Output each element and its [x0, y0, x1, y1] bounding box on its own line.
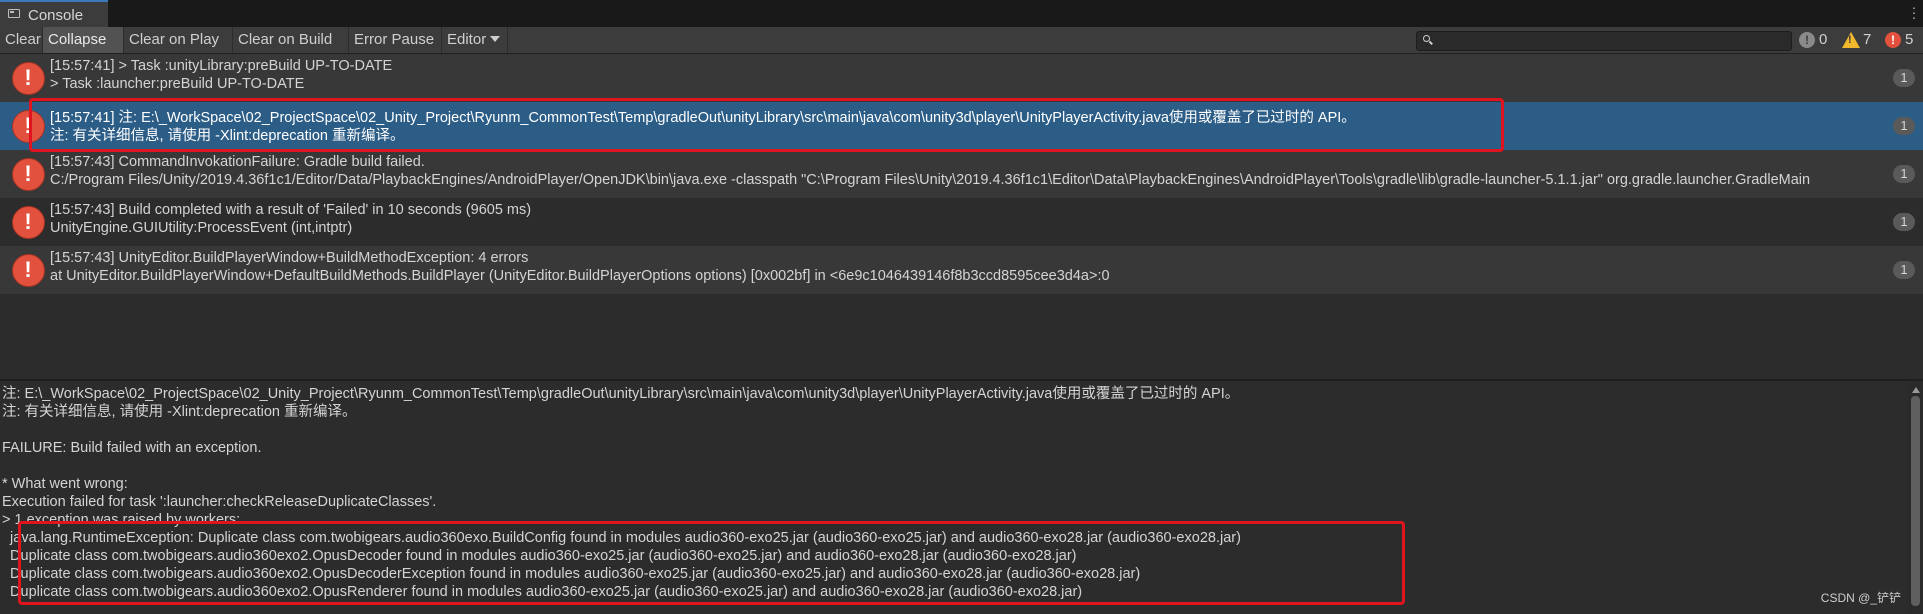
- log-entry-list: ! [15:57:41] > Task :unityLibrary:preBui…: [0, 54, 1923, 379]
- warning-icon: [1842, 32, 1860, 48]
- error-icon: !: [12, 158, 45, 191]
- log-entry[interactable]: ! [15:57:41] > Task :unityLibrary:preBui…: [0, 54, 1923, 102]
- collapse-toggle[interactable]: Collapse: [43, 27, 124, 53]
- log-entry-line1: [15:57:43] CommandInvokationFailure: Gra…: [50, 154, 425, 170]
- info-count: 0: [1819, 31, 1828, 48]
- detail-line: 注: E:\_WorkSpace\02_ProjectSpace\02_Unit…: [2, 386, 1240, 402]
- log-entry-count-badge: 1: [1893, 69, 1915, 87]
- detail-line: Duplicate class com.twobigears.audio360e…: [2, 566, 1141, 582]
- tab-bar: Console · · ·: [0, 0, 1923, 27]
- log-entry-line1: [15:57:43] Build completed with a result…: [50, 202, 532, 218]
- clear-on-play-toggle[interactable]: Clear on Play: [124, 27, 233, 53]
- log-entry-line1: [15:57:43] UnityEditor.BuildPlayerWindow…: [50, 250, 529, 266]
- error-icon: !: [12, 110, 45, 143]
- chevron-down-icon: [490, 36, 501, 42]
- console-icon: [8, 9, 20, 18]
- warning-count-toggle[interactable]: 7: [1840, 27, 1880, 53]
- scroll-thumb[interactable]: [1911, 396, 1920, 606]
- clear-button[interactable]: Clear: [0, 27, 43, 53]
- detail-line: Execution failed for task ':launcher:che…: [2, 494, 437, 510]
- log-entry-line2: UnityEngine.GUIUtility:ProcessEvent (int…: [50, 220, 353, 236]
- detail-line: > 1 exception was raised by workers:: [2, 512, 241, 528]
- scroll-up-arrow-icon[interactable]: [1912, 387, 1920, 393]
- detail-line: * What went wrong:: [2, 476, 128, 492]
- detail-line: Duplicate class com.twobigears.audio360e…: [2, 584, 1083, 600]
- clear-on-build-toggle[interactable]: Clear on Build: [233, 27, 349, 53]
- log-detail-pane: 注: E:\_WorkSpace\02_ProjectSpace\02_Unit…: [0, 381, 1908, 614]
- error-pause-toggle[interactable]: Error Pause: [349, 27, 442, 53]
- watermark: CSDN @_铲铲: [1820, 591, 1901, 605]
- tab-console-label: Console: [28, 7, 84, 24]
- detail-line: java.lang.RuntimeException: Duplicate cl…: [2, 530, 1241, 546]
- error-count-toggle[interactable]: 5: [1882, 27, 1922, 53]
- log-entry-count-badge: 1: [1893, 213, 1915, 231]
- log-entry-count-badge: 1: [1893, 117, 1915, 135]
- log-entry[interactable]: ! [15:57:43] CommandInvokationFailure: G…: [0, 150, 1923, 198]
- warning-count: 7: [1863, 31, 1872, 48]
- log-entry[interactable]: ! [15:57:43] Build completed with a resu…: [0, 198, 1923, 246]
- info-icon: [1799, 27, 1815, 53]
- log-entry-count-badge: 1: [1893, 261, 1915, 279]
- tab-console[interactable]: Console: [0, 0, 108, 27]
- detail-scrollbar[interactable]: [1908, 381, 1923, 614]
- editor-dropdown-label: Editor: [447, 31, 487, 48]
- more-options-icon[interactable]: · · ·: [1911, 0, 1917, 24]
- log-entry-selected[interactable]: ! [15:57:41] 注: E:\_WorkSpace\02_Project…: [0, 102, 1923, 150]
- log-entry[interactable]: ! [15:57:43] UnityEditor.BuildPlayerWind…: [0, 246, 1923, 294]
- error-icon: !: [12, 206, 45, 239]
- error-icon: [1885, 27, 1901, 53]
- detail-line: FAILURE: Build failed with an exception.: [2, 440, 262, 456]
- info-count-toggle[interactable]: 0: [1796, 27, 1838, 53]
- detail-line: Duplicate class com.twobigears.audio360e…: [2, 548, 1077, 564]
- error-icon: !: [12, 62, 45, 95]
- log-entry-line2: C:/Program Files/Unity/2019.4.36f1c1/Edi…: [50, 172, 1811, 188]
- log-entry-line1: [15:57:41] > Task :unityLibrary:preBuild…: [50, 58, 393, 74]
- detail-line: 注: 有关详细信息, 请使用 -Xlint:deprecation 重新编译。: [2, 404, 357, 420]
- log-entry-line2: at UnityEditor.BuildPlayerWindow+Default…: [50, 268, 1110, 284]
- log-entry-count-badge: 1: [1893, 165, 1915, 183]
- error-icon: !: [12, 254, 45, 287]
- log-entry-line2: 注: 有关详细信息, 请使用 -Xlint:deprecation 重新编译。: [50, 128, 405, 144]
- log-entry-line2: > Task :launcher:preBuild UP-TO-DATE: [50, 76, 305, 92]
- search-input[interactable]: [1416, 31, 1792, 51]
- error-count: 5: [1905, 31, 1914, 48]
- editor-dropdown[interactable]: Editor: [442, 27, 508, 53]
- search-icon: [1423, 35, 1430, 42]
